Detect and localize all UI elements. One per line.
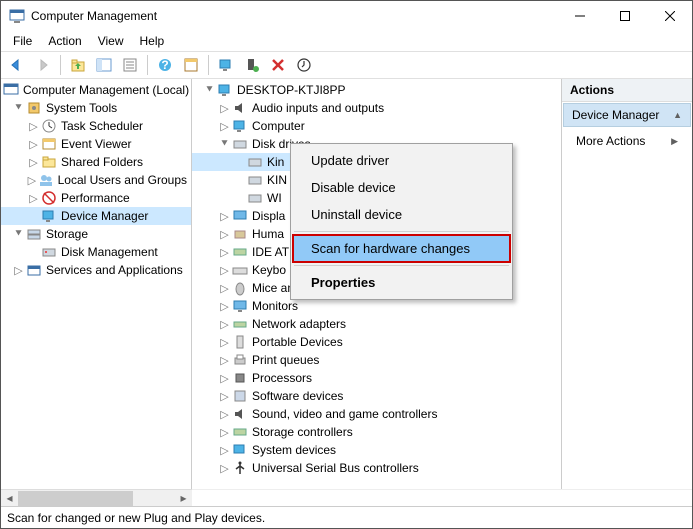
tree-services-apps[interactable]: ▷ Services and Applications xyxy=(1,261,191,279)
expand-icon[interactable]: ▷ xyxy=(217,228,232,241)
forward-button[interactable] xyxy=(31,54,55,76)
scan-button[interactable] xyxy=(214,54,238,76)
tree-task-scheduler[interactable]: ▷ Task Scheduler xyxy=(1,117,191,135)
tree-computer-management[interactable]: Computer Management (Local) xyxy=(1,81,191,99)
expand-icon[interactable]: ▷ xyxy=(217,282,232,295)
expand-icon[interactable]: ▷ xyxy=(217,210,232,223)
help-button[interactable]: ? xyxy=(153,54,177,76)
separator xyxy=(294,231,509,232)
menu-help[interactable]: Help xyxy=(132,32,173,50)
tree-storage[interactable]: ⯆ Storage xyxy=(1,225,191,243)
status-text: Scan for changed or new Plug and Play de… xyxy=(7,511,265,525)
arrow-right-icon: ▶ xyxy=(671,136,678,147)
dev-network[interactable]: ▷Network adapters xyxy=(192,315,561,333)
ctx-uninstall-device[interactable]: Uninstall device xyxy=(293,201,510,228)
expand-icon[interactable]: ▷ xyxy=(11,264,26,277)
expand-icon[interactable]: ▷ xyxy=(217,264,232,277)
device-tree-pane: ⯆DESKTOP-KTJI8PP ▷Audio inputs and outpu… xyxy=(192,79,562,489)
uninstall-button[interactable] xyxy=(266,54,290,76)
refresh-button[interactable] xyxy=(179,54,203,76)
svg-text:?: ? xyxy=(161,58,168,72)
expand-icon[interactable]: ▷ xyxy=(217,120,232,133)
actions-more-actions[interactable]: More Actions ▶ xyxy=(562,128,692,154)
dev-portable[interactable]: ▷Portable Devices xyxy=(192,333,561,351)
add-hardware-button[interactable] xyxy=(240,54,264,76)
ctx-update-driver[interactable]: Update driver xyxy=(293,147,510,174)
expand-icon[interactable]: ▷ xyxy=(26,192,41,205)
dev-processors[interactable]: ▷Processors xyxy=(192,369,561,387)
expand-icon[interactable]: ▷ xyxy=(217,102,232,115)
dev-computer[interactable]: ▷Computer xyxy=(192,117,561,135)
tree-system-tools[interactable]: ⯆ System Tools xyxy=(1,99,191,117)
expand-icon[interactable]: ▷ xyxy=(217,246,232,259)
properties-button[interactable] xyxy=(118,54,142,76)
actions-pane: Actions Device Manager ▲ More Actions ▶ xyxy=(562,79,692,489)
dev-usb[interactable]: ▷Universal Serial Bus controllers xyxy=(192,459,561,477)
minimize-button[interactable] xyxy=(557,1,602,31)
up-button[interactable] xyxy=(66,54,90,76)
tree-performance[interactable]: ▷ Performance xyxy=(1,189,191,207)
menu-bar: File Action View Help xyxy=(1,31,692,51)
expand-icon[interactable]: ▷ xyxy=(217,318,232,331)
dev-system[interactable]: ▷System devices xyxy=(192,441,561,459)
dev-storage-ctrl[interactable]: ▷Storage controllers xyxy=(192,423,561,441)
ctx-scan-hardware[interactable]: Scan for hardware changes xyxy=(293,235,510,262)
expand-icon[interactable]: ▷ xyxy=(217,444,232,457)
expand-icon[interactable]: ▷ xyxy=(217,390,232,403)
collapse-icon[interactable]: ⯆ xyxy=(217,138,232,151)
tree-disk-management[interactable]: Disk Management xyxy=(1,243,191,261)
separator xyxy=(294,265,509,266)
close-button[interactable] xyxy=(647,1,692,31)
update-driver-button[interactable] xyxy=(292,54,316,76)
menu-file[interactable]: File xyxy=(5,32,40,50)
show-hide-tree-button[interactable] xyxy=(92,54,116,76)
actions-header: Actions xyxy=(562,79,692,102)
tree-device-manager[interactable]: Device Manager xyxy=(1,207,191,225)
console-tree-pane: Computer Management (Local) ⯆ System Too… xyxy=(1,79,192,489)
tree-event-viewer[interactable]: ▷ Event Viewer xyxy=(1,135,191,153)
tree-local-users[interactable]: ▷ Local Users and Groups xyxy=(1,171,191,189)
expand-icon[interactable]: ▷ xyxy=(217,408,232,421)
dev-audio[interactable]: ▷Audio inputs and outputs xyxy=(192,99,561,117)
window-title: Computer Management xyxy=(31,9,557,23)
collapse-icon[interactable]: ⯆ xyxy=(202,84,217,97)
status-bar: Scan for changed or new Plug and Play de… xyxy=(1,506,692,528)
expand-icon[interactable]: ▷ xyxy=(26,156,41,169)
dev-root[interactable]: ⯆DESKTOP-KTJI8PP xyxy=(192,81,561,99)
expand-icon[interactable]: ▷ xyxy=(217,354,232,367)
ctx-disable-device[interactable]: Disable device xyxy=(293,174,510,201)
collapse-icon[interactable]: ⯆ xyxy=(11,228,26,241)
app-icon xyxy=(9,8,25,24)
dev-software[interactable]: ▷Software devices xyxy=(192,387,561,405)
expand-icon[interactable]: ▷ xyxy=(26,138,41,151)
expand-icon[interactable]: ▷ xyxy=(217,462,232,475)
maximize-button[interactable] xyxy=(602,1,647,31)
collapse-icon[interactable]: ⯆ xyxy=(11,102,26,115)
expand-icon[interactable]: ▷ xyxy=(217,372,232,385)
ctx-properties[interactable]: Properties xyxy=(293,269,510,296)
expand-icon[interactable]: ▷ xyxy=(217,426,232,439)
expand-icon[interactable]: ▷ xyxy=(217,336,232,349)
expand-icon[interactable]: ▷ xyxy=(26,120,41,133)
actions-device-manager[interactable]: Device Manager ▲ xyxy=(563,103,691,127)
back-button[interactable] xyxy=(5,54,29,76)
arrow-up-icon: ▲ xyxy=(673,110,682,120)
expand-icon[interactable]: ▷ xyxy=(26,174,38,187)
dev-printq[interactable]: ▷Print queues xyxy=(192,351,561,369)
left-scrollbar[interactable]: ◂▸ xyxy=(1,489,192,506)
tree-shared-folders[interactable]: ▷ Shared Folders xyxy=(1,153,191,171)
menu-action[interactable]: Action xyxy=(40,32,89,50)
menu-view[interactable]: View xyxy=(90,32,132,50)
toolbar: ? xyxy=(1,51,692,79)
context-menu: Update driver Disable device Uninstall d… xyxy=(290,143,513,300)
dev-sound[interactable]: ▷Sound, video and game controllers xyxy=(192,405,561,423)
expand-icon[interactable]: ▷ xyxy=(217,300,232,313)
